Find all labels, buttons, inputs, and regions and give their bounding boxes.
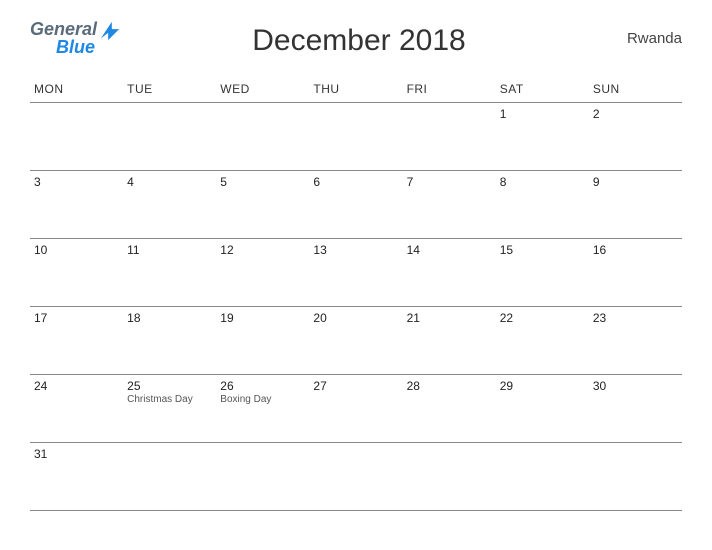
day-number: 3 xyxy=(34,175,119,189)
day-number: 23 xyxy=(593,311,678,325)
logo-line2: Blue xyxy=(30,38,97,56)
calendar-cell xyxy=(589,443,682,511)
day-number: 31 xyxy=(34,447,119,461)
calendar-cell: 22 xyxy=(496,307,589,375)
calendar-cell xyxy=(216,103,309,171)
calendar-row: 3456789 xyxy=(30,171,682,239)
day-number: 28 xyxy=(407,379,492,393)
calendar-cell: 14 xyxy=(403,239,496,307)
header: General Blue December 2018 Rwanda xyxy=(30,20,682,58)
day-number: 1 xyxy=(500,107,585,121)
calendar-title: December 2018 xyxy=(91,24,627,58)
calendar-cell xyxy=(309,103,402,171)
weekday-header: TUE xyxy=(123,76,216,103)
day-number: 27 xyxy=(313,379,398,393)
calendar-cell: 25Christmas Day xyxy=(123,375,216,443)
calendar-cell: 2 xyxy=(589,103,682,171)
day-number: 6 xyxy=(313,175,398,189)
day-number: 5 xyxy=(220,175,305,189)
day-number: 15 xyxy=(500,243,585,257)
calendar-cell: 19 xyxy=(216,307,309,375)
day-number: 18 xyxy=(127,311,212,325)
calendar-cell: 12 xyxy=(216,239,309,307)
day-number: 29 xyxy=(500,379,585,393)
day-number: 9 xyxy=(593,175,678,189)
calendar-cell: 17 xyxy=(30,307,123,375)
calendar-row: 12 xyxy=(30,103,682,171)
calendar-cell: 24 xyxy=(30,375,123,443)
day-number: 7 xyxy=(407,175,492,189)
calendar-cell: 30 xyxy=(589,375,682,443)
calendar-cell: 27 xyxy=(309,375,402,443)
calendar-cell: 16 xyxy=(589,239,682,307)
calendar-cell xyxy=(496,443,589,511)
logo-line1: General xyxy=(30,20,97,38)
day-number: 21 xyxy=(407,311,492,325)
calendar-cell: 1 xyxy=(496,103,589,171)
calendar-cell: 29 xyxy=(496,375,589,443)
calendar-cell: 31 xyxy=(30,443,123,511)
calendar-row: 31 xyxy=(30,443,682,511)
calendar-cell xyxy=(123,443,216,511)
day-number: 22 xyxy=(500,311,585,325)
day-number: 20 xyxy=(313,311,398,325)
calendar-cell: 10 xyxy=(30,239,123,307)
calendar-cell: 9 xyxy=(589,171,682,239)
calendar-cell: 20 xyxy=(309,307,402,375)
calendar-row: 2425Christmas Day26Boxing Day27282930 xyxy=(30,375,682,443)
calendar-cell: 4 xyxy=(123,171,216,239)
day-number: 13 xyxy=(313,243,398,257)
calendar-cell: 8 xyxy=(496,171,589,239)
day-number: 2 xyxy=(593,107,678,121)
weekday-header: SAT xyxy=(496,76,589,103)
calendar-grid: MON TUE WED THU FRI SAT SUN 123456789101… xyxy=(30,76,682,511)
calendar-cell xyxy=(216,443,309,511)
weekday-header-row: MON TUE WED THU FRI SAT SUN xyxy=(30,76,682,103)
weekday-header: WED xyxy=(216,76,309,103)
calendar-cell: 7 xyxy=(403,171,496,239)
day-number: 12 xyxy=(220,243,305,257)
day-number: 17 xyxy=(34,311,119,325)
logo-text: General Blue xyxy=(30,20,97,56)
holiday-label: Boxing Day xyxy=(220,394,305,405)
day-number: 16 xyxy=(593,243,678,257)
calendar-cell: 5 xyxy=(216,171,309,239)
weekday-header: MON xyxy=(30,76,123,103)
weekday-header: THU xyxy=(309,76,402,103)
calendar-cell xyxy=(403,103,496,171)
calendar-cell: 18 xyxy=(123,307,216,375)
day-number: 10 xyxy=(34,243,119,257)
day-number: 24 xyxy=(34,379,119,393)
country-label: Rwanda xyxy=(627,30,682,47)
calendar-cell: 13 xyxy=(309,239,402,307)
day-number: 19 xyxy=(220,311,305,325)
day-number: 25 xyxy=(127,379,212,393)
day-number: 8 xyxy=(500,175,585,189)
day-number: 11 xyxy=(127,243,212,257)
calendar-row: 10 11 12 13 14 15 16 xyxy=(30,239,682,307)
day-number: 4 xyxy=(127,175,212,189)
calendar-cell: 26Boxing Day xyxy=(216,375,309,443)
holiday-label: Christmas Day xyxy=(127,394,212,405)
day-number: 14 xyxy=(407,243,492,257)
calendar-row: 17 18 19 20 21 22 23 xyxy=(30,307,682,375)
calendar-cell: 23 xyxy=(589,307,682,375)
day-number: 30 xyxy=(593,379,678,393)
calendar-cell xyxy=(309,443,402,511)
weekday-header: FRI xyxy=(403,76,496,103)
calendar-cell: 3 xyxy=(30,171,123,239)
calendar-cell: 11 xyxy=(123,239,216,307)
calendar-cell: 28 xyxy=(403,375,496,443)
weekday-header: SUN xyxy=(589,76,682,103)
calendar-cell xyxy=(123,103,216,171)
calendar-cell: 6 xyxy=(309,171,402,239)
calendar-cell xyxy=(30,103,123,171)
calendar-cell xyxy=(403,443,496,511)
day-number: 26 xyxy=(220,379,305,393)
calendar-cell: 15 xyxy=(496,239,589,307)
calendar-cell: 21 xyxy=(403,307,496,375)
